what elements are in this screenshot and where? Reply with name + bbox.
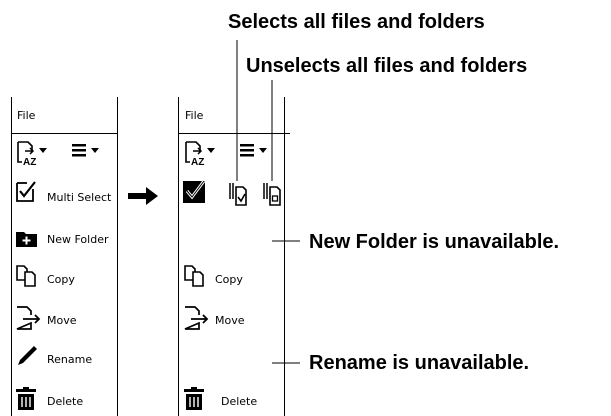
select-all-callout: Selects all files and folders (228, 11, 485, 33)
unselect-all-callout: Unselects all files and folders (246, 55, 528, 77)
rename-callout: Rename is unavailable. (309, 352, 530, 374)
new-folder-callout: New Folder is unavailable. (309, 231, 560, 253)
